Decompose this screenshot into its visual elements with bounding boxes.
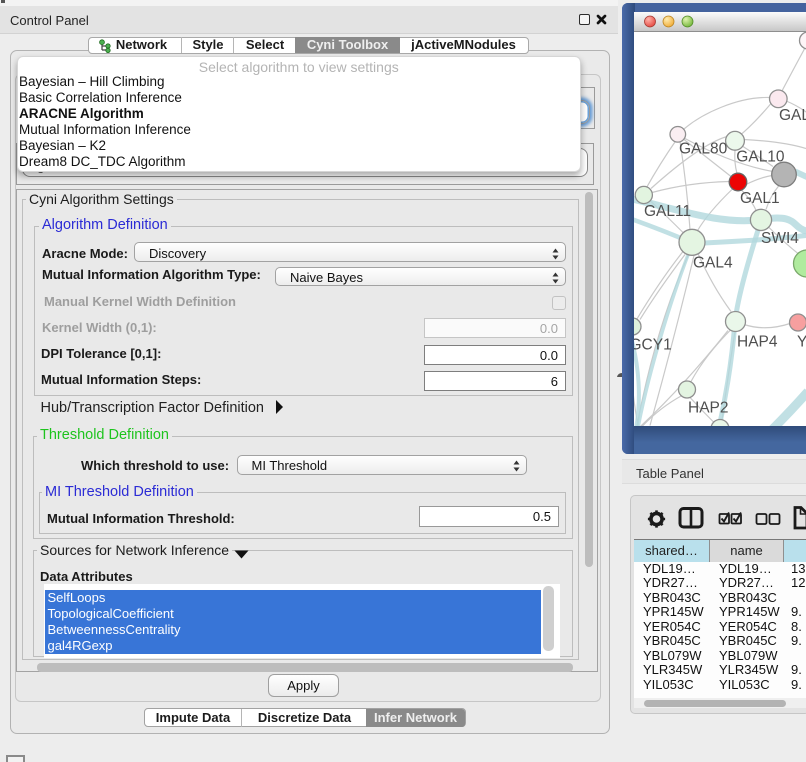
svg-text:GAL11: GAL11: [644, 202, 691, 219]
svg-text:HAP2: HAP2: [688, 399, 729, 416]
svg-text:SWI4: SWI4: [761, 230, 799, 247]
svg-text:GAL4: GAL4: [693, 254, 733, 271]
svg-text:GAL1: GAL1: [740, 190, 780, 207]
svg-text:HAP4: HAP4: [737, 333, 778, 350]
svg-text:GAL7: GAL7: [779, 107, 806, 124]
svg-text:YEL: YEL: [797, 333, 806, 350]
svg-text:GAL10: GAL10: [736, 148, 785, 165]
svg-text:GCY1: GCY1: [634, 336, 672, 353]
svg-text:GAL80: GAL80: [679, 140, 728, 157]
